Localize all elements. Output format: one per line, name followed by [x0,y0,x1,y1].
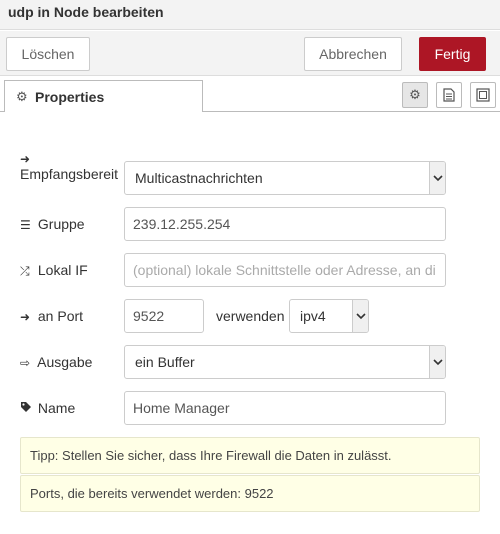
output-label-text: Ausgabe [37,354,93,370]
dialog-button-bar: Löschen Abbrechen Fertig [0,31,500,76]
local-if-label-text: Lokal IF [37,262,88,278]
receive-select[interactable]: Multicastnachrichten [124,161,446,195]
ports-in-use-tip: Ports, die bereits verwendet werden: 952… [20,475,480,512]
shuffle-icon: ⤮ [20,264,30,278]
local-if-input[interactable]: (optional) lokale Schnittstelle oder Adr… [124,253,446,287]
tab-properties-label: Properties [35,89,105,105]
use-label: verwenden [216,308,285,324]
settings-tab-button[interactable]: ⚙ [402,82,428,108]
name-label-text: Name [37,400,76,416]
properties-panel: ➜ Empfangsbereit Multicastnachrichten ☰ … [0,112,500,534]
chevron-down-icon [429,162,445,194]
name-input[interactable]: Home Manager [124,391,446,425]
receive-select-value: Multicastnachrichten [135,170,263,186]
frame-icon [476,88,490,102]
sign-in-icon: ➜ [20,310,31,324]
list-icon: ☰ [20,218,31,232]
chevron-down-icon [352,300,368,332]
gear-icon: ⚙ [16,89,28,104]
local-if-label: ⤮ Lokal IF [20,262,88,279]
cancel-button[interactable]: Abbrechen [304,37,402,71]
group-input[interactable]: 239.12.255.254 [124,207,446,241]
name-label: Name [20,400,75,416]
output-label: ⇨ Ausgabe [20,354,92,370]
receive-label: ➜ Empfangsbereit [20,150,118,182]
ip-version-value: ipv4 [300,308,326,324]
group-label: ☰ Gruppe [20,216,85,232]
done-button[interactable]: Fertig [419,37,486,71]
group-label-text: Gruppe [37,216,85,232]
ip-version-select[interactable]: ipv4 [289,299,369,333]
document-icon [443,88,455,102]
port-label-text: an Port [37,308,84,324]
appearance-tab-button[interactable] [470,82,496,108]
sign-out-icon: ⇨ [20,356,31,370]
gear-icon: ⚙ [409,87,421,102]
tab-properties[interactable]: ⚙ Properties [4,80,203,113]
port-input[interactable]: 9522 [124,299,204,333]
chevron-down-icon [429,346,445,378]
dialog-title: udp in Node bearbeiten [8,4,164,20]
dialog-titlebar: udp in Node bearbeiten [0,0,500,30]
output-select[interactable]: ein Buffer [124,345,446,379]
firewall-tip: Tipp: Stellen Sie sicher, dass Ihre Fire… [20,437,480,474]
output-select-value: ein Buffer [135,354,195,370]
tag-icon [20,401,34,416]
description-tab-button[interactable] [436,82,462,108]
sign-in-icon: ➜ [20,152,31,166]
delete-button[interactable]: Löschen [6,37,90,71]
receive-label-text: Empfangsbereit [20,166,119,182]
port-label: ➜ an Port [20,308,83,324]
